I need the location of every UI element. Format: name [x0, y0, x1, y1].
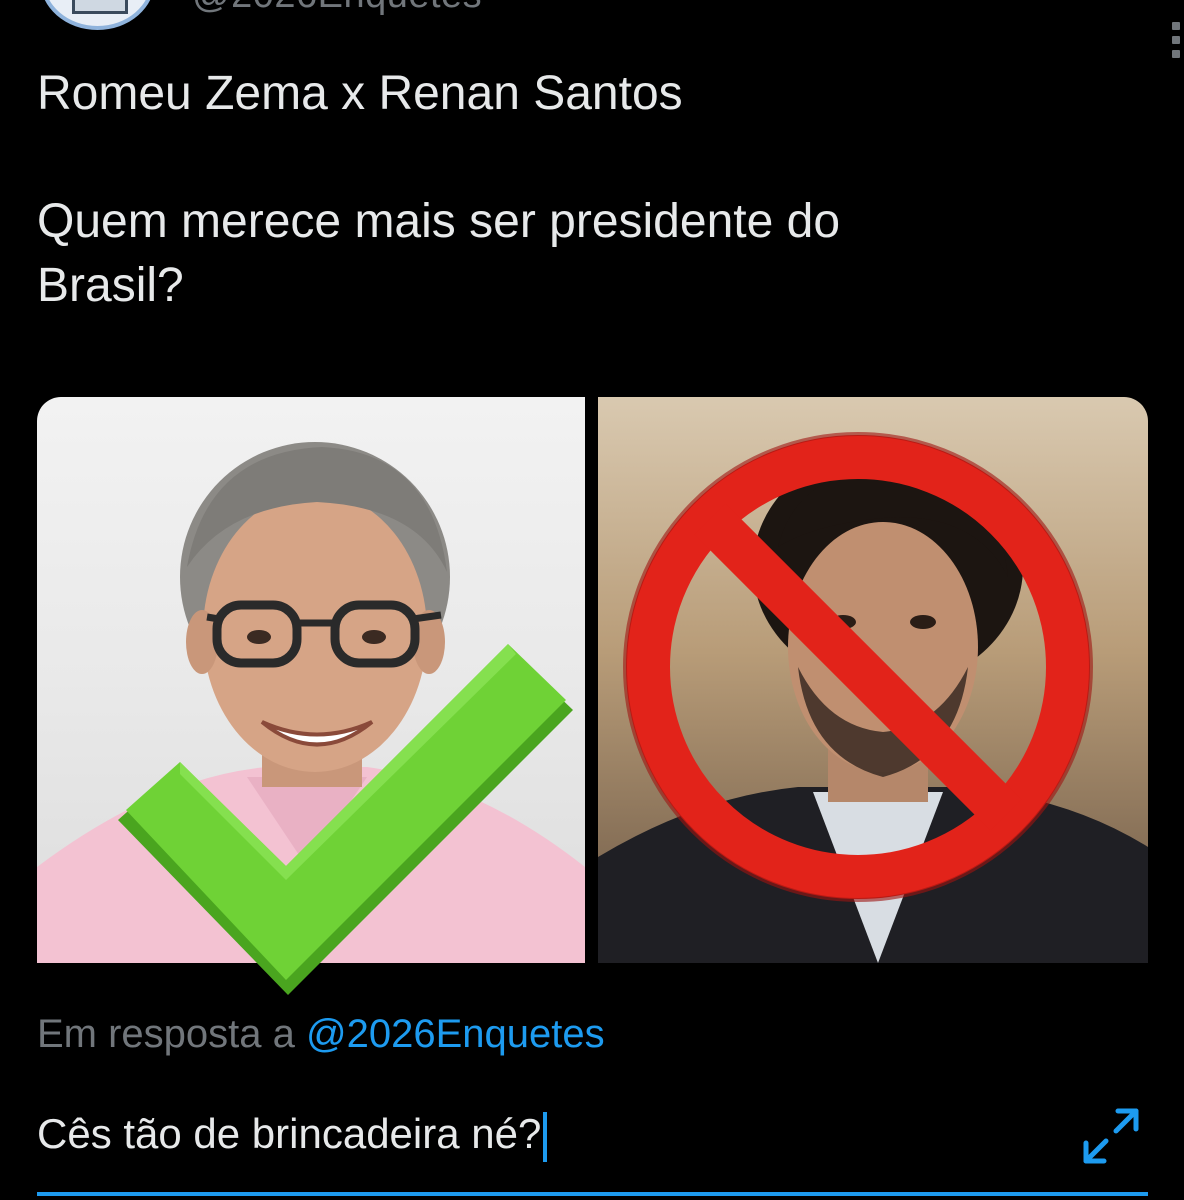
reply-input-text: Cês tão de brincadeira né? [37, 1110, 542, 1157]
media-photo-right[interactable] [598, 397, 1148, 963]
media-photo-left[interactable] [37, 397, 585, 963]
tweet-text-line: Quem merece mais ser presidente do [37, 195, 841, 248]
reply-mention-link[interactable]: @2026Enquetes [306, 1012, 605, 1056]
text-caret [543, 1111, 548, 1162]
reply-context: Em resposta a @2026Enquetes [37, 1012, 605, 1057]
expand-arrows-icon[interactable] [1080, 1105, 1142, 1167]
tweet-text: Romeu Zema x Renan Santos Quem merece ma… [37, 62, 1137, 318]
portrait-illustration-left [37, 442, 585, 963]
more-vertical-icon[interactable] [1172, 22, 1182, 62]
author-handle[interactable]: @2026Enquetes [192, 0, 482, 17]
tweet-text-line: Romeu Zema x Renan Santos [37, 67, 683, 120]
calendar-icon [72, 0, 128, 14]
reply-screen: @2026Enquetes Romeu Zema x Renan Santos … [0, 0, 1184, 1200]
tweet-media [37, 397, 1148, 963]
portrait-illustration-right [598, 432, 1148, 963]
reply-input[interactable]: Cês tão de brincadeira né? [37, 1110, 1037, 1162]
reply-context-prefix: Em resposta a [37, 1012, 295, 1056]
input-focus-underline [37, 1192, 1148, 1196]
avatar[interactable] [40, 0, 155, 30]
tweet-text-line: Brasil? [37, 259, 184, 312]
